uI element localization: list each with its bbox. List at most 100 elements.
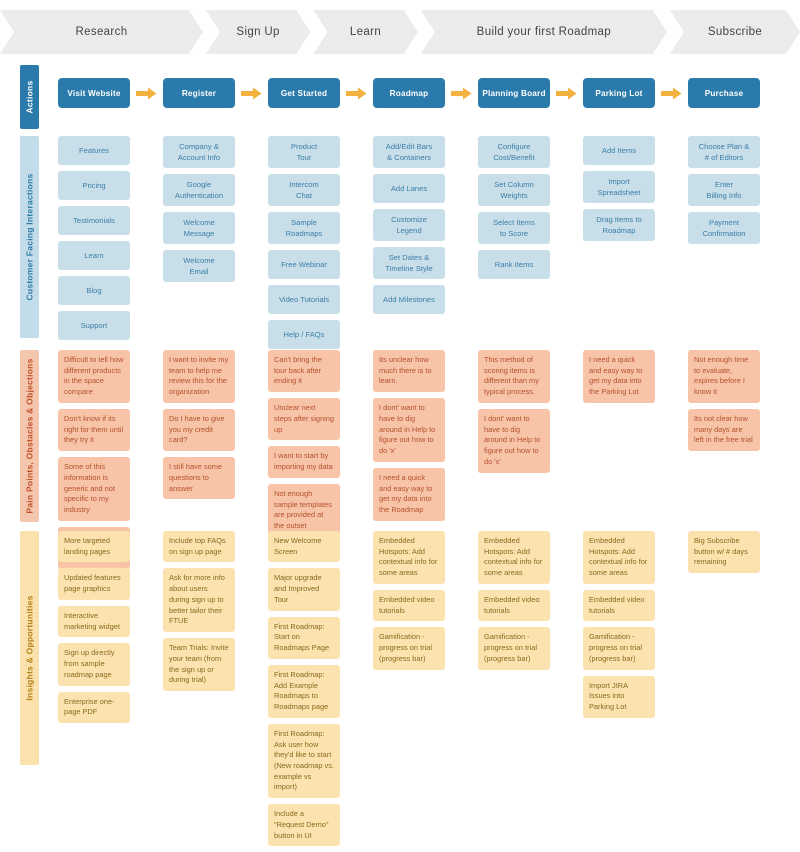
pain-point-card[interactable]: I dont' want to have to dig around in He… xyxy=(373,398,445,462)
pain-point-card[interactable]: Some of this information is generic and … xyxy=(58,457,130,521)
insight-card[interactable]: New Welcome Screen xyxy=(268,531,340,563)
stage-chevron-learn[interactable]: Learn xyxy=(313,10,417,54)
insight-card[interactable]: Embedded video tutorials xyxy=(583,589,655,622)
insight-card[interactable]: Gamification - progress on trial (progre… xyxy=(373,627,445,670)
insight-card[interactable]: Big Subscribe button w/ # days remaining xyxy=(688,531,760,574)
insight-card[interactable]: First Roadmap: Add Example Roadmaps to R… xyxy=(268,664,340,718)
pain-point-card[interactable]: Not enough time to evaluate, expires bef… xyxy=(688,350,760,403)
insight-card[interactable]: Import JIRA Issues into Parking Lot xyxy=(583,675,655,718)
actions-column: Register xyxy=(163,78,262,108)
pain-point-card[interactable]: Don't know if its right for them until t… xyxy=(58,408,130,452)
insight-card[interactable]: More targeted landing pages xyxy=(58,531,130,563)
stage-chevron-research[interactable]: Research xyxy=(0,10,203,54)
pain-point-card[interactable]: Not enough sample templates are provided… xyxy=(268,483,340,537)
customer-facing-interaction-card[interactable]: Set Dates & Timeline Style xyxy=(373,247,445,279)
insight-card[interactable]: Updated features page graphics xyxy=(58,568,130,600)
customer-facing-interaction-card[interactable]: Choose Plan & # of Editors xyxy=(688,136,760,168)
customer-facing-interaction-card[interactable]: Import Spreadsheet xyxy=(583,171,655,203)
pain-point-card[interactable]: Do I have to give you my credit card? xyxy=(163,408,235,452)
customer-facing-interaction-card[interactable]: Learn xyxy=(58,241,130,270)
insight-card[interactable]: Ask for more info about users during sig… xyxy=(163,568,235,633)
stage-chevron-subscribe[interactable]: Subscribe xyxy=(670,10,800,54)
customer-facing-interaction-card[interactable]: Intercom Chat xyxy=(268,174,340,206)
insight-card[interactable]: First Roadmap: Start on Roadmaps Page xyxy=(268,616,340,659)
customer-facing-interaction-card[interactable]: Configure Cost/Benefit xyxy=(478,136,550,168)
pain-point-card[interactable]: This method of scoring items is differen… xyxy=(478,350,550,403)
customer-facing-interaction-card[interactable]: Pricing xyxy=(58,171,130,200)
actions-column: Visit Website xyxy=(58,78,157,108)
customer-facing-interaction-card[interactable]: Sample Roadmaps xyxy=(268,212,340,244)
customer-facing-interaction-card[interactable]: Company & Account Info xyxy=(163,136,235,168)
action-card-visit-website[interactable]: Visit Website xyxy=(58,78,130,108)
insight-card[interactable]: Embedded Hotspots: Add contextual info f… xyxy=(373,531,445,584)
insight-card[interactable]: First Roadmap: Ask user how they'd like … xyxy=(268,723,340,799)
pain-point-card[interactable]: Unclear next steps after signing up xyxy=(268,398,340,441)
customer-facing-interaction-card[interactable]: Enter Billing Info xyxy=(688,174,760,206)
action-card-purchase[interactable]: Purchase xyxy=(688,78,760,108)
pain-point-card[interactable]: I want to start by importing my data xyxy=(268,446,340,478)
pain-point-card[interactable]: I want to invite my team to help me revi… xyxy=(163,350,235,403)
row-label-pain-points: Pain Points, Obstacles & Objections xyxy=(20,350,39,522)
customer-facing-interaction-card[interactable]: Set Column Weights xyxy=(478,174,550,206)
customer-facing-interaction-card[interactable]: Rank Items xyxy=(478,250,550,279)
insight-card[interactable]: Include top FAQs on sign up page xyxy=(163,531,235,563)
customer-facing-interaction-card[interactable]: Features xyxy=(58,136,130,165)
customer-facing-interaction-card[interactable]: Video Tutorials xyxy=(268,285,340,314)
action-card-planning-board[interactable]: Planning Board xyxy=(478,78,550,108)
insight-card[interactable]: Embedded Hotspots: Add contextual info f… xyxy=(583,531,655,584)
customer-facing-interaction-card[interactable]: Payment Confirmation xyxy=(688,212,760,244)
customer-facing-interaction-card[interactable]: Add Milestones xyxy=(373,285,445,314)
customer-facing-interaction-card[interactable]: Select Items to Score xyxy=(478,212,550,244)
customer-facing-interaction-column: Add/Edit Bars & Containers Add Lanes Custom… xyxy=(373,136,445,355)
pain-point-card[interactable]: I need a quick and easy way to get my da… xyxy=(583,350,655,403)
customer-facing-interaction-card[interactable]: Free Webinar xyxy=(268,250,340,279)
insight-card[interactable]: Embedded video tutorials xyxy=(478,589,550,622)
customer-facing-interaction-card[interactable]: Add Lanes xyxy=(373,174,445,203)
insight-card[interactable]: Sign up directly from sample roadmap pag… xyxy=(58,643,130,686)
pain-point-card[interactable]: Its not clear how many days are left in … xyxy=(688,408,760,452)
customer-facing-interaction-card[interactable]: Support xyxy=(58,311,130,340)
right-arrow-icon xyxy=(136,87,157,100)
customer-facing-interaction-card[interactable]: Help / FAQs xyxy=(268,320,340,349)
insight-card[interactable]: Enterprise one-page PDF xyxy=(58,691,130,724)
insight-card[interactable]: Include a "Request Demo" button in UI xyxy=(268,804,340,847)
customer-facing-interaction-card[interactable]: Welcome Email xyxy=(163,250,235,282)
insight-card[interactable]: Embedded video tutorials xyxy=(373,589,445,622)
customer-facing-interaction-card[interactable]: Product Tour xyxy=(268,136,340,168)
customer-facing-interaction-column: Choose Plan & # of Editors Enter Billing In… xyxy=(688,136,760,355)
insight-column: Embedded Hotspots: Add contextual info f… xyxy=(478,531,550,852)
stage-header-band: Research Sign Up Learn Build your first Roa… xyxy=(0,10,800,54)
customer-facing-interaction-card[interactable]: Add Items xyxy=(583,136,655,165)
action-card-wrapper: Register xyxy=(163,78,262,108)
row-label-insights-text: Insights & Opportunities xyxy=(24,595,35,701)
pain-point-card[interactable]: Difficult to tell how different products… xyxy=(58,350,130,403)
customer-facing-interaction-card[interactable]: Google Authentication xyxy=(163,174,235,206)
pain-point-card[interactable]: Can't bring the tour back after ending i… xyxy=(268,350,340,393)
customer-facing-interaction-card[interactable]: Welcome Message xyxy=(163,212,235,244)
action-card-register[interactable]: Register xyxy=(163,78,235,108)
pain-point-card[interactable]: I still have some questions to answer xyxy=(163,457,235,500)
action-card-get-started[interactable]: Get Started xyxy=(268,78,340,108)
pain-point-card[interactable]: I need a quick and easy way to get my da… xyxy=(373,467,445,521)
insight-card[interactable]: Embedded Hotspots: Add contextual info f… xyxy=(478,531,550,584)
insight-column: Include top FAQs on sign up page Ask for … xyxy=(163,531,235,852)
customer-facing-interaction-card[interactable]: Customize Legend xyxy=(373,209,445,241)
row-label-insights: Insights & Opportunities xyxy=(20,531,39,765)
insight-card[interactable]: Gamification - progress on trial (progre… xyxy=(478,627,550,670)
customer-facing-interaction-card[interactable]: Testimonials xyxy=(58,206,130,235)
action-card-roadmap[interactable]: Roadmap xyxy=(373,78,445,108)
insight-card[interactable]: Team Trials: Invite your team (from the … xyxy=(163,638,235,692)
insight-card[interactable]: Interactive marketing widget xyxy=(58,605,130,638)
customer-facing-interaction-card[interactable]: Drag Items to Roadmap xyxy=(583,209,655,241)
pain-point-card[interactable]: I dont' want to have to dig around in He… xyxy=(478,408,550,473)
pain-point-card[interactable]: Its unclear how much there is to learn. xyxy=(373,350,445,393)
stage-chevron-build-your-first-roadmap[interactable]: Build your first Roadmap xyxy=(421,10,667,54)
insight-column: More targeted landing pages Updated featu… xyxy=(58,531,130,852)
insight-card[interactable]: Major upgrade and Improved Tour xyxy=(268,568,340,611)
insight-card[interactable]: Gamification - progress on trial (progre… xyxy=(583,627,655,670)
stage-chevron-sign-up[interactable]: Sign Up xyxy=(206,10,310,54)
customer-facing-interaction-card[interactable]: Blog xyxy=(58,276,130,305)
row-label-actions-text: Actions xyxy=(24,80,35,114)
customer-facing-interaction-card[interactable]: Add/Edit Bars & Containers xyxy=(373,136,445,168)
action-card-parking-lot[interactable]: Parking Lot xyxy=(583,78,655,108)
